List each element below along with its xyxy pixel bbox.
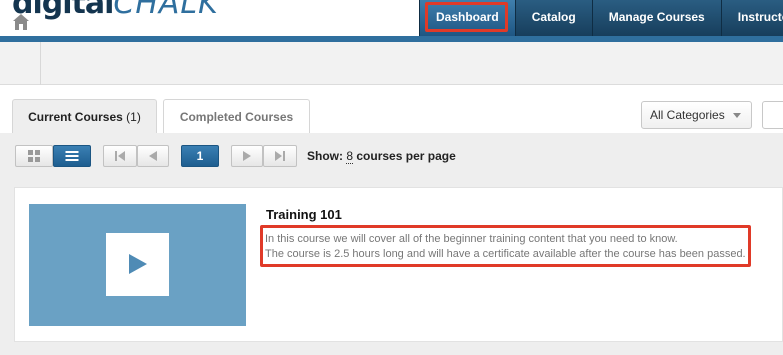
- nav-catalog[interactable]: Catalog: [514, 0, 592, 36]
- dashboard-highlight-annotation: [425, 2, 508, 32]
- tab-completed-courses[interactable]: Completed Courses: [163, 99, 310, 133]
- description-highlight-annotation: [260, 225, 751, 267]
- home-icon[interactable]: [12, 13, 30, 31]
- current-page-button[interactable]: 1: [181, 145, 219, 167]
- play-button[interactable]: [106, 233, 169, 296]
- course-title[interactable]: Training 101: [266, 207, 342, 222]
- play-icon: [129, 254, 147, 274]
- first-page-icon: [115, 151, 125, 161]
- category-select-value: All Categories: [650, 108, 725, 122]
- top-header: digitalCHALK Dashboard Catalog Manage Co…: [0, 0, 783, 40]
- next-page-button[interactable]: [231, 145, 263, 167]
- prev-page-icon: [149, 151, 157, 161]
- search-input[interactable]: [762, 101, 783, 129]
- tab-current-courses[interactable]: Current Courses (1): [12, 99, 157, 133]
- logo[interactable]: digitalCHALK: [12, 0, 219, 21]
- nav-manage-courses[interactable]: Manage Courses: [591, 0, 721, 36]
- page: digitalCHALK Dashboard Catalog Manage Co…: [0, 0, 783, 355]
- last-page-button[interactable]: [263, 145, 297, 167]
- list-view-button[interactable]: [53, 145, 91, 167]
- next-page-icon: [243, 151, 251, 161]
- nav-instructor[interactable]: Instructo: [720, 0, 783, 36]
- per-page-value[interactable]: 8: [346, 149, 354, 164]
- per-page-selector: Show: 8 courses per page: [307, 149, 456, 164]
- grid-view-icon: [28, 150, 40, 162]
- grid-view-button[interactable]: [15, 145, 53, 167]
- breadcrumb: [0, 42, 783, 85]
- breadcrumb-divider: [40, 42, 41, 85]
- category-select[interactable]: All Categories: [641, 101, 752, 129]
- prev-page-button[interactable]: [137, 145, 169, 167]
- list-view-icon: [65, 151, 79, 161]
- chevron-down-icon: [733, 113, 741, 118]
- first-page-button[interactable]: [103, 145, 137, 167]
- last-page-icon: [275, 151, 285, 161]
